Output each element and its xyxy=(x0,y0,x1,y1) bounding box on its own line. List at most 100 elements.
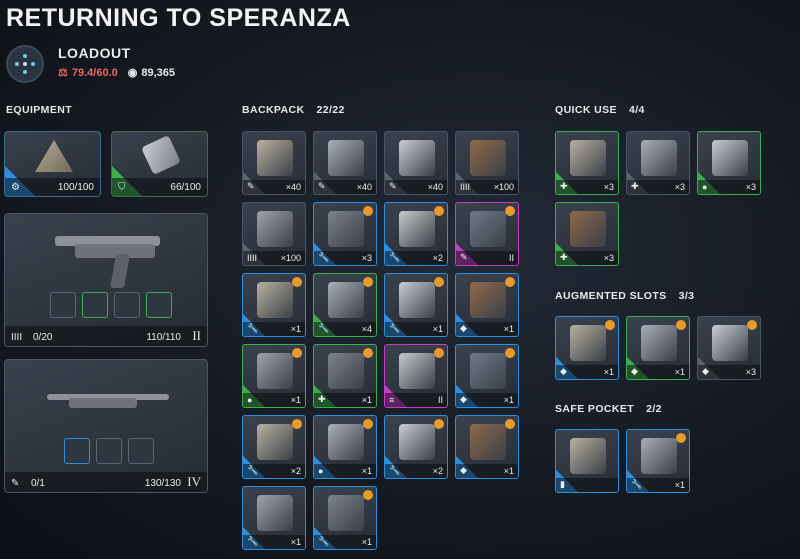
weapon-1-mod-slot-3[interactable] xyxy=(114,292,140,318)
upgrade-badge-icon xyxy=(363,206,373,216)
item-image xyxy=(641,325,677,361)
upgrade-badge-icon xyxy=(434,419,444,429)
safe_pocket-slot[interactable]: ▮ xyxy=(555,429,619,493)
page-title: RETURNING TO SPERANZA xyxy=(6,4,351,32)
backpack-slot[interactable]: 🔧 ×1 xyxy=(384,273,448,337)
item-image xyxy=(399,353,435,389)
backpack-slot[interactable]: ✎ II xyxy=(455,202,519,266)
upgrade-badge-icon xyxy=(363,419,373,429)
backpack-slot[interactable]: 🔧 ×1 xyxy=(313,486,377,550)
weapon-slot-2[interactable]: ✎ 0/1 130/130 IV xyxy=(4,359,208,493)
shield-icon: ⛉ xyxy=(118,182,126,193)
item-image xyxy=(570,140,606,176)
loadout-label: LOADOUT xyxy=(58,45,131,61)
safe-pocket-label: SAFE POCKET 2/2 xyxy=(555,403,662,415)
weapon-1-mod-slot-1[interactable] xyxy=(50,292,76,318)
item-quantity: ×3 xyxy=(603,253,614,263)
item-image xyxy=(328,495,364,531)
item-quantity: II xyxy=(437,395,443,405)
upgrade-badge-icon xyxy=(363,490,373,500)
item-category-icon: ● xyxy=(702,182,708,192)
backpack-slot[interactable]: 🔧 ×4 xyxy=(313,273,377,337)
upgrade-badge-icon xyxy=(676,320,686,330)
backpack-slot[interactable]: ◆ ×1 xyxy=(455,273,519,337)
backpack-slot[interactable]: ✎ ×40 xyxy=(242,131,306,195)
backpack-slot[interactable]: ✚ ×1 xyxy=(313,344,377,408)
backpack-slot[interactable]: ✎ ×40 xyxy=(384,131,448,195)
item-image xyxy=(328,424,364,460)
weapon-2-ammo: 0/1 xyxy=(31,478,45,489)
item-category-icon: ✚ xyxy=(631,181,639,191)
quick-use-label: QUICK USE 4/4 xyxy=(555,104,645,116)
backpack-slot[interactable]: ◆ ×1 xyxy=(455,344,519,408)
item-image xyxy=(257,424,293,460)
backpack-slot[interactable]: 🔧 ×2 xyxy=(242,415,306,479)
item-image xyxy=(328,140,364,176)
ammo-icon: IIII xyxy=(11,332,23,343)
backpack-slot[interactable]: IIII ×100 xyxy=(455,131,519,195)
item-category-icon: ● xyxy=(318,466,324,476)
item-category-icon: ✚ xyxy=(318,394,326,404)
item-image xyxy=(470,211,506,247)
quick_use-slot[interactable]: ✚ ×3 xyxy=(555,202,619,266)
item-quantity: ×1 xyxy=(432,324,443,334)
upgrade-badge-icon xyxy=(505,277,515,287)
item-category-icon: 🔧 xyxy=(247,323,259,333)
backpack-label: BACKPACK 22/22 xyxy=(242,104,345,116)
backpack-slot[interactable]: 🔧 ×1 xyxy=(242,273,306,337)
augmented-slot[interactable]: ◆ ×1 xyxy=(555,316,619,380)
weapon-1-ammo: 0/20 xyxy=(33,332,53,343)
item-category-icon: 🔧 xyxy=(247,465,259,475)
safe-pocket-count: 2/2 xyxy=(646,403,662,415)
upgrade-badge-icon xyxy=(505,419,515,429)
item-image xyxy=(470,282,506,318)
backpack-slot[interactable]: 🔧 ×3 xyxy=(313,202,377,266)
item-quantity: ×1 xyxy=(503,466,514,476)
backpack-slot[interactable]: ● ×1 xyxy=(242,344,306,408)
weapon-2-mod-slot-3[interactable] xyxy=(128,438,154,464)
item-quantity: ×2 xyxy=(290,466,301,476)
item-quantity: ×1 xyxy=(503,324,514,334)
item-image xyxy=(570,438,606,474)
item-quantity: ×4 xyxy=(361,324,372,334)
quick_use-slot[interactable]: ✚ ×3 xyxy=(626,131,690,195)
augmented-slot[interactable]: ◆ ×1 xyxy=(626,316,690,380)
weapon-slot-1[interactable]: IIII 0/20 110/110 II xyxy=(4,213,208,347)
item-category-icon: ✚ xyxy=(560,181,568,191)
item-category-icon: 🔧 xyxy=(318,252,330,262)
item-category-icon: ◆ xyxy=(702,366,709,376)
upgrade-badge-icon xyxy=(434,206,444,216)
item-image xyxy=(257,211,293,247)
augmented-slot[interactable]: ◆ ×3 xyxy=(697,316,761,380)
item-category-icon: ◆ xyxy=(560,366,567,376)
item-image xyxy=(399,140,435,176)
item-category-icon: ≡ xyxy=(389,395,395,405)
backpack-slot[interactable]: ✎ ×40 xyxy=(313,131,377,195)
equipment-label: EQUIPMENT xyxy=(6,104,73,116)
item-category-icon: 🔧 xyxy=(389,465,401,475)
backpack-slot[interactable]: ◆ ×1 xyxy=(455,415,519,479)
upgrade-badge-icon xyxy=(292,348,302,358)
backpack-slot[interactable]: ● ×1 xyxy=(313,415,377,479)
item-quantity: ×2 xyxy=(432,466,443,476)
quick_use-slot[interactable]: ✚ ×3 xyxy=(555,131,619,195)
backpack-slot[interactable]: ≡ II xyxy=(384,344,448,408)
coins-value: 89,365 xyxy=(141,66,176,79)
backpack-slot[interactable]: IIII ×100 xyxy=(242,202,306,266)
backpack-slot[interactable]: 🔧 ×2 xyxy=(384,202,448,266)
upgrade-badge-icon xyxy=(434,277,444,287)
weapon-1-mod-slot-2[interactable] xyxy=(82,292,108,318)
item-category-icon: 🔧 xyxy=(389,323,401,333)
item-quantity: ×3 xyxy=(361,253,372,263)
augment-slot[interactable]: ⚙ 100/100 xyxy=(4,131,101,197)
quick_use-slot[interactable]: ● ×3 xyxy=(697,131,761,195)
safe_pocket-slot[interactable]: 🔧 ×1 xyxy=(626,429,690,493)
weapon-2-mod-slot-1[interactable] xyxy=(64,438,90,464)
shield-slot[interactable]: ⛉ 66/100 xyxy=(111,131,208,197)
weapon-2-mod-slot-2[interactable] xyxy=(96,438,122,464)
backpack-slot[interactable]: 🔧 ×1 xyxy=(242,486,306,550)
backpack-slot[interactable]: 🔧 ×2 xyxy=(384,415,448,479)
weight-stat: ⚖ 79.4/60.0 xyxy=(58,66,118,80)
item-category-icon: ● xyxy=(247,395,253,405)
weapon-1-mod-slot-4[interactable] xyxy=(146,292,172,318)
